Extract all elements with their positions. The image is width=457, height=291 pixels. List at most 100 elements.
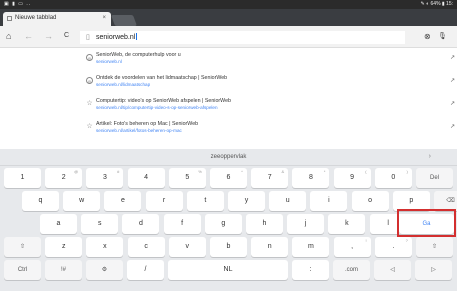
- letter-key[interactable]: i: [310, 191, 348, 211]
- clear-icon[interactable]: ⊗: [424, 32, 431, 41]
- letter-key[interactable]: y: [228, 191, 265, 211]
- letter-key[interactable]: n: [251, 237, 289, 257]
- key-label: /: [144, 266, 147, 273]
- key-label: g: [221, 220, 226, 227]
- symbols-key[interactable]: !#: [45, 260, 82, 280]
- prediction-word[interactable]: zeeoppervlak: [0, 154, 457, 160]
- space-key[interactable]: NL: [168, 260, 288, 280]
- shift-key[interactable]: ⇧: [4, 237, 41, 257]
- settings-key[interactable]: ⚙: [86, 260, 123, 280]
- chevron-right-icon[interactable]: ›: [429, 153, 431, 160]
- slash-key[interactable]: /: [127, 260, 164, 280]
- letter-key[interactable]: p: [392, 191, 430, 211]
- key-label: 6: [226, 174, 231, 181]
- key-label: c: [144, 243, 148, 250]
- highlight-box: [397, 209, 456, 237]
- reload-icon[interactable]: C: [64, 32, 69, 39]
- key-secondary-label: *: [323, 169, 326, 174]
- suggestion-item[interactable]: ◎ SeniorWeb, de computerhulp voor u seni…: [0, 48, 457, 71]
- letter-key[interactable]: b: [210, 237, 247, 257]
- tab-new-tab[interactable]: Nieuwe tabblad ×: [3, 12, 111, 26]
- number-key[interactable]: 2 @: [45, 168, 83, 188]
- insert-arrow-icon[interactable]: ↗: [450, 100, 455, 107]
- key-label: h: [262, 220, 267, 227]
- key-label: 4: [144, 174, 149, 181]
- tab-favicon-icon: [7, 16, 12, 21]
- cursor-right-key[interactable]: ▷: [415, 260, 452, 280]
- letter-key[interactable]: d: [122, 214, 160, 234]
- letter-key[interactable]: t: [186, 191, 224, 211]
- letter-key[interactable]: k: [328, 214, 366, 234]
- letter-key[interactable]: z: [45, 237, 83, 257]
- number-key[interactable]: 0): [374, 168, 412, 188]
- key-label: n: [267, 243, 272, 250]
- letter-key[interactable]: u: [269, 191, 307, 211]
- suggestion-item[interactable]: ☆ Artikel: Foto's beheren op Mac | Senio…: [0, 117, 457, 140]
- suggestion-item[interactable]: ☆ Computertip: video's op SeniorWeb afsp…: [0, 94, 457, 117]
- letter-key[interactable]: r: [145, 191, 183, 211]
- forward-icon[interactable]: →: [44, 31, 53, 41]
- key-label: 8: [308, 174, 313, 181]
- key-label: a: [56, 220, 61, 227]
- delete-key[interactable]: Del: [416, 168, 453, 188]
- new-tab-button[interactable]: [110, 15, 138, 26]
- number-key[interactable]: 5%: [168, 168, 206, 188]
- key-label: !#: [60, 267, 66, 273]
- insert-arrow-icon[interactable]: ↗: [450, 123, 455, 130]
- key-secondary-label: !: [365, 238, 367, 243]
- number-key[interactable]: 1: [4, 168, 41, 188]
- key-label: ▷: [431, 267, 436, 273]
- number-key[interactable]: 9(: [333, 168, 371, 188]
- letter-key[interactable]: x: [86, 237, 124, 257]
- key-secondary-label: ): [406, 169, 408, 174]
- address-bar[interactable]: ▯ seniorweb.nl: [80, 31, 405, 44]
- letter-key[interactable]: g: [204, 214, 242, 234]
- letter-key[interactable]: a: [40, 214, 77, 234]
- suggestion-title: Ontdek de voordelen van het lidmaatschap…: [96, 75, 228, 81]
- ctrl-key[interactable]: Ctrl: [4, 260, 41, 280]
- microphone-icon[interactable]: 🎙: [438, 32, 447, 40]
- key-label: s: [97, 220, 102, 227]
- key-label: l: [387, 220, 389, 227]
- suggestion-item[interactable]: ◎ Ontdek de voordelen van het lidmaatsch…: [0, 71, 457, 94]
- key-label: 9: [350, 174, 355, 181]
- cursor-left-key[interactable]: ◁: [374, 260, 411, 280]
- bookmark-star-icon: ☆: [86, 100, 93, 107]
- key-label: Ctrl: [17, 267, 28, 273]
- key-label: f: [181, 220, 184, 227]
- address-input[interactable]: seniorweb.nl: [96, 33, 138, 41]
- letter-key[interactable]: e: [104, 191, 142, 211]
- colon-key[interactable]: :: [292, 260, 329, 280]
- number-key[interactable]: 4: [127, 168, 165, 188]
- backspace-key[interactable]: ⌫: [434, 191, 457, 211]
- letter-key[interactable]: .?: [374, 237, 412, 257]
- letter-key[interactable]: v: [168, 237, 206, 257]
- number-key[interactable]: 6 ^: [210, 168, 247, 188]
- letter-key[interactable]: w: [63, 191, 101, 211]
- number-key[interactable]: 8 *: [292, 168, 330, 188]
- history-icon: ◎: [86, 54, 93, 61]
- dotcom-key[interactable]: .com: [333, 260, 370, 280]
- letter-key[interactable]: c: [127, 237, 165, 257]
- letter-key[interactable]: m: [292, 237, 330, 257]
- back-icon[interactable]: ←: [24, 31, 33, 41]
- letter-key[interactable]: f: [163, 214, 201, 234]
- key-secondary-label: %: [198, 169, 202, 174]
- key-label: ⌫: [446, 198, 455, 204]
- letter-key[interactable]: j: [287, 214, 325, 234]
- number-key[interactable]: 7 &: [251, 168, 289, 188]
- close-tab-icon[interactable]: ×: [102, 15, 106, 21]
- number-key[interactable]: 3 #: [86, 168, 124, 188]
- letter-key[interactable]: q: [22, 191, 59, 211]
- home-icon[interactable]: ⌂: [6, 31, 11, 41]
- letter-key[interactable]: o: [351, 191, 389, 211]
- key-label: m: [307, 243, 314, 250]
- suggestion-title: Computertip: video's op SeniorWeb afspel…: [96, 98, 231, 104]
- letter-key[interactable]: s: [81, 214, 119, 234]
- key-label: Del: [429, 175, 439, 181]
- insert-arrow-icon[interactable]: ↗: [450, 54, 455, 61]
- letter-key[interactable]: ,!: [333, 237, 371, 257]
- shift-key[interactable]: ⇧: [416, 237, 453, 257]
- insert-arrow-icon[interactable]: ↗: [450, 77, 455, 84]
- letter-key[interactable]: h: [246, 214, 283, 234]
